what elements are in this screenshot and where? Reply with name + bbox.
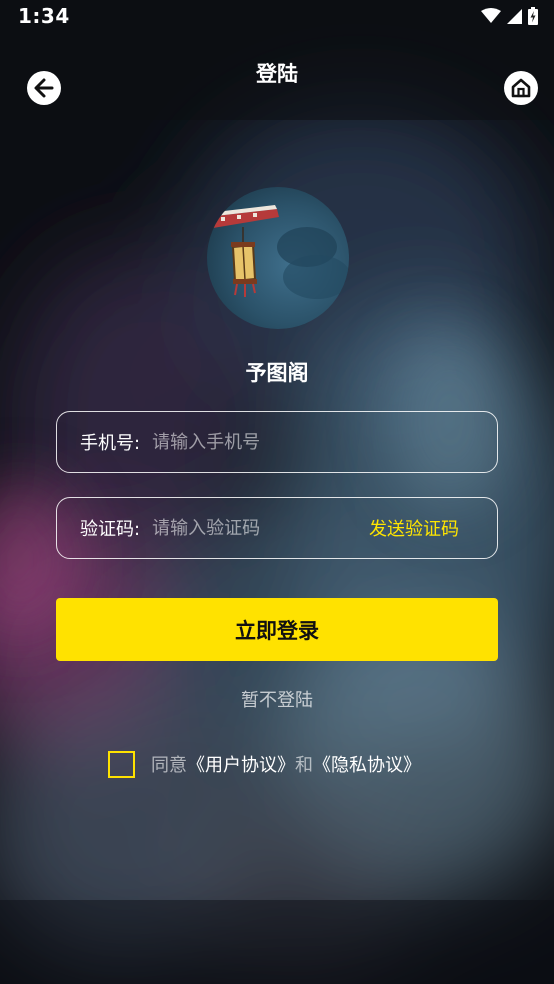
battery-icon — [528, 7, 538, 25]
phone-input[interactable] — [152, 431, 497, 453]
phone-label: 手机号: — [80, 433, 141, 454]
status-icons — [481, 6, 538, 26]
app-logo — [207, 187, 349, 329]
page-title: 登陆 — [256, 62, 298, 86]
agree-and: 和 — [295, 755, 313, 776]
app-name: 予图阁 — [245, 361, 309, 385]
lantern-logo-image — [207, 187, 349, 329]
user-agreement-link[interactable]: 《用户协议》 — [187, 751, 295, 777]
top-bar: 登陆 — [0, 50, 554, 126]
home-button[interactable] — [504, 71, 538, 105]
agree-prefix: 同意 — [151, 755, 187, 776]
home-icon — [511, 78, 531, 98]
login-button[interactable]: 立即登录 — [56, 598, 498, 661]
signal-icon — [507, 8, 522, 24]
code-field: 验证码: 发送验证码 — [56, 497, 498, 559]
phone-field: 手机号: — [56, 411, 498, 473]
status-time: 1:34 — [18, 4, 70, 28]
privacy-policy-link[interactable]: 《隐私协议》 — [313, 751, 421, 777]
skip-login-link[interactable]: 暂不登陆 — [0, 686, 554, 712]
send-code-button[interactable]: 发送验证码 — [369, 515, 459, 541]
status-bar: 1:34 — [0, 0, 554, 34]
login-screen: 1:34 登陆 予图阁 手机号: 请输入手机号 验证码: 请输入验证码 发送验证… — [0, 0, 554, 984]
agree-checkbox[interactable] — [108, 750, 135, 778]
wifi-icon — [481, 8, 501, 23]
code-label: 验证码: — [80, 519, 141, 540]
agreement-row: 同意 《用户协议》 和 《隐私协议》 — [108, 749, 421, 779]
code-input[interactable] — [152, 517, 369, 539]
